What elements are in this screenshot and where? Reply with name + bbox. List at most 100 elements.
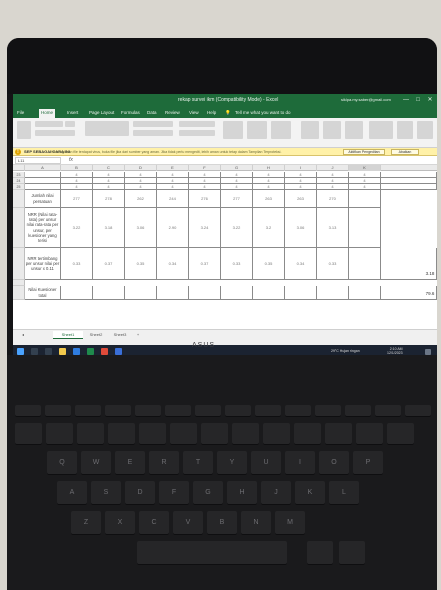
row-header[interactable]: [13, 286, 25, 300]
number-key[interactable]: [325, 423, 352, 445]
name-box[interactable]: L11: [15, 157, 61, 164]
delete-cells-button[interactable]: [323, 121, 341, 139]
grid-cell[interactable]: [349, 286, 381, 300]
letter-key[interactable]: G: [193, 481, 223, 505]
letter-key[interactable]: I: [285, 451, 315, 475]
tell-me-search[interactable]: Tell me what you want to do: [235, 110, 291, 115]
nrr-cell[interactable]: 3.13: [317, 208, 349, 248]
search-icon[interactable]: [31, 348, 38, 355]
tab-view[interactable]: View: [189, 110, 199, 115]
column-header[interactable]: D: [125, 165, 157, 171]
function-key[interactable]: [45, 405, 71, 417]
fx-icon[interactable]: fx: [69, 157, 73, 163]
column-header[interactable]: K: [349, 165, 381, 171]
nrr-tertimbang-cell[interactable]: 0.33: [317, 248, 349, 280]
jumlah-cell[interactable]: 277: [61, 190, 93, 208]
cell-styles-button[interactable]: [271, 121, 291, 139]
letter-key[interactable]: L: [329, 481, 359, 505]
tab-home[interactable]: Home: [39, 109, 56, 118]
function-key[interactable]: [315, 405, 341, 417]
grid-cell[interactable]: [93, 286, 125, 300]
number-key[interactable]: [15, 423, 42, 445]
letter-key[interactable]: V: [173, 511, 203, 535]
letter-key[interactable]: F: [159, 481, 189, 505]
grid-cell[interactable]: [381, 184, 437, 190]
grid-cell[interactable]: [253, 286, 285, 300]
letter-key[interactable]: J: [261, 481, 291, 505]
grid-cell[interactable]: [317, 286, 349, 300]
grid-cell[interactable]: [285, 286, 317, 300]
row-header[interactable]: [13, 248, 25, 280]
letter-key[interactable]: E: [115, 451, 145, 475]
nrr-tertimbang-cell[interactable]: 0.35: [253, 248, 285, 280]
grid-cell[interactable]: [25, 184, 61, 190]
number-key[interactable]: [232, 423, 259, 445]
format-cells-button[interactable]: [345, 121, 363, 139]
nrr-cell[interactable]: 3.22: [221, 208, 253, 248]
function-key[interactable]: [285, 405, 311, 417]
letter-key[interactable]: U: [251, 451, 281, 475]
nrr-cell[interactable]: 2.90: [157, 208, 189, 248]
autosum-button[interactable]: [369, 121, 393, 139]
jumlah-cell[interactable]: 277: [221, 190, 253, 208]
nrr-cell[interactable]: 3.24: [189, 208, 221, 248]
number-key[interactable]: [387, 423, 414, 445]
function-key[interactable]: [345, 405, 371, 417]
jumlah-cell[interactable]: 262: [125, 190, 157, 208]
column-header[interactable]: E: [157, 165, 189, 171]
file-explorer-icon[interactable]: [59, 348, 66, 355]
jumlah-cell[interactable]: 276: [189, 190, 221, 208]
function-key[interactable]: [135, 405, 161, 417]
nrr-cell[interactable]: 3.06: [285, 208, 317, 248]
number-key[interactable]: [201, 423, 228, 445]
number-format-buttons[interactable]: [179, 130, 215, 136]
merge-center-button[interactable]: [133, 130, 173, 136]
number-key[interactable]: [263, 423, 290, 445]
alignment-group[interactable]: [85, 121, 129, 136]
grid-cell[interactable]: [349, 190, 381, 208]
add-sheet-button[interactable]: +: [133, 331, 143, 339]
alt-key[interactable]: [307, 541, 333, 565]
font-size-select[interactable]: [65, 121, 75, 127]
conditional-formatting-button[interactable]: [223, 121, 243, 139]
letter-key[interactable]: T: [183, 451, 213, 475]
number-key[interactable]: [77, 423, 104, 445]
tab-page-layout[interactable]: Page Layout: [89, 110, 114, 115]
letter-key[interactable]: O: [319, 451, 349, 475]
insert-cells-button[interactable]: [301, 121, 319, 139]
close-button[interactable]: ✕: [425, 96, 435, 105]
grid-cell[interactable]: [157, 286, 189, 300]
nrr-tertimbang-cell[interactable]: 0.37: [189, 248, 221, 280]
spreadsheet-grid[interactable]: A B C D E F G H I J K 23 24 25 Jumlah ni…: [13, 165, 437, 329]
column-header[interactable]: I: [285, 165, 317, 171]
ctrl-key[interactable]: [339, 541, 365, 565]
grid-cell[interactable]: [349, 248, 381, 280]
maximize-button[interactable]: □: [413, 96, 423, 105]
font-format-buttons[interactable]: [35, 130, 75, 136]
format-as-table-button[interactable]: [247, 121, 267, 139]
scroll-left-icon[interactable]: ◂: [17, 331, 29, 339]
grid-cell[interactable]: [61, 286, 93, 300]
column-header[interactable]: F: [189, 165, 221, 171]
nrr-cell[interactable]: 3.22: [61, 208, 93, 248]
tab-review[interactable]: Review: [165, 110, 180, 115]
number-key[interactable]: [108, 423, 135, 445]
weather-widget[interactable]: 29°C Hujan ringan: [331, 349, 360, 353]
function-key[interactable]: [15, 405, 41, 417]
letter-key[interactable]: X: [105, 511, 135, 535]
grid-cell[interactable]: [221, 286, 253, 300]
letter-key[interactable]: K: [295, 481, 325, 505]
column-header[interactable]: B: [61, 165, 93, 171]
letter-key[interactable]: R: [149, 451, 179, 475]
font-name-select[interactable]: [35, 121, 63, 127]
letter-key[interactable]: Y: [217, 451, 247, 475]
sheet-tab-1[interactable]: Sheet1: [53, 331, 83, 339]
find-select-button[interactable]: [417, 121, 433, 139]
nrr-tertimbang-cell[interactable]: 0.33: [221, 248, 253, 280]
function-key[interactable]: [105, 405, 131, 417]
grid-cell[interactable]: [381, 248, 437, 280]
jumlah-cell[interactable]: 270: [317, 190, 349, 208]
function-key[interactable]: [255, 405, 281, 417]
nrr-cell[interactable]: 3.06: [125, 208, 157, 248]
letter-key[interactable]: C: [139, 511, 169, 535]
